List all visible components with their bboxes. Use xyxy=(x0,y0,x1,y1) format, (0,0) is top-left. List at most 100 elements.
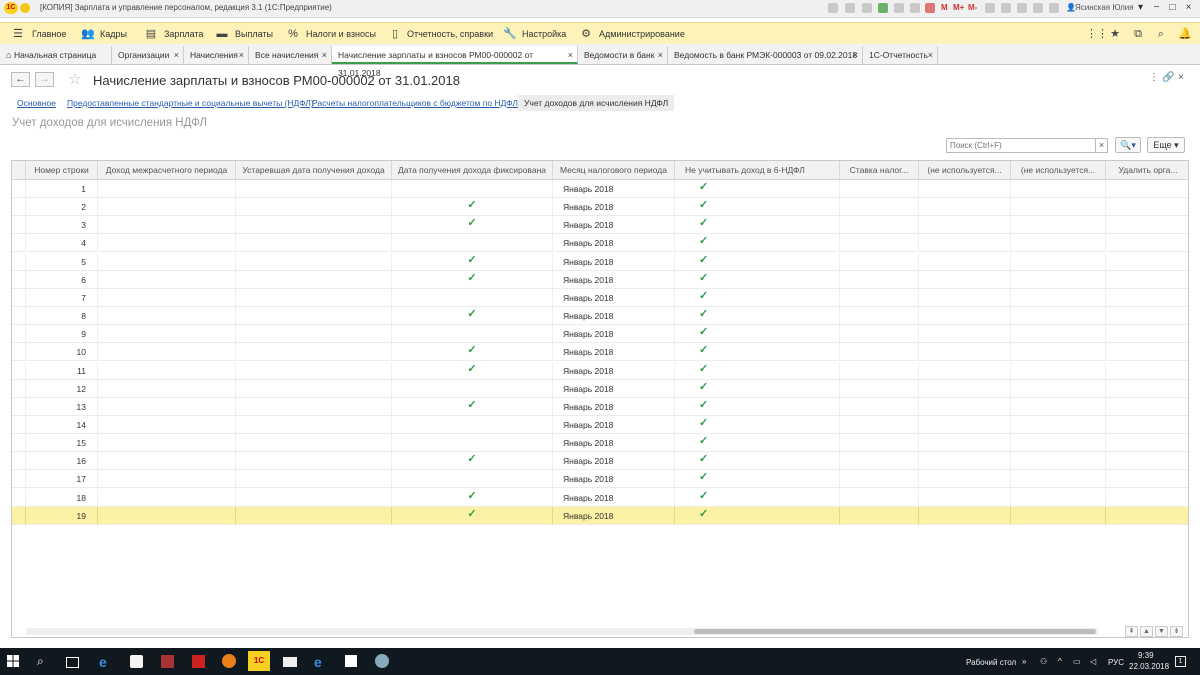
table-row[interactable]: 4 Январь 2018 ✓ xyxy=(12,234,1188,253)
tax-month-cell[interactable]: Январь 2018 xyxy=(553,252,675,271)
exclude-6ndfl-checkbox-cell[interactable]: ✓ xyxy=(675,252,840,271)
tax-month-cell[interactable]: Январь 2018 xyxy=(553,415,675,434)
tax-month-cell[interactable]: Январь 2018 xyxy=(553,216,675,235)
exclude-6ndfl-checkbox-cell[interactable]: ✓ xyxy=(675,506,840,525)
app-menu-dropdown-icon[interactable] xyxy=(20,3,30,13)
tax-month-cell[interactable]: Январь 2018 xyxy=(553,379,675,398)
acrobat-icon[interactable] xyxy=(192,655,205,668)
section-link-deductions[interactable]: Предоставленные стандартные и социальные… xyxy=(67,98,314,108)
date-fixed-checkbox-cell[interactable]: ✓ xyxy=(392,270,553,289)
column-header-outdated-date[interactable]: Устаревшая дата получения дохода xyxy=(236,161,392,179)
tab-bank-statements[interactable]: Ведомости в банк × xyxy=(578,46,668,64)
horizontal-scroll-thumb[interactable] xyxy=(694,629,1096,634)
close-tab-icon[interactable]: × xyxy=(658,46,663,64)
search-input[interactable] xyxy=(946,138,1096,153)
table-row[interactable]: 6 ✓ Январь 2018 ✓ xyxy=(12,270,1188,289)
more-actions-button[interactable]: Еще ▾ xyxy=(1147,137,1185,153)
date-fixed-checkbox-cell[interactable]: ✓ xyxy=(392,452,553,471)
exclude-6ndfl-checkbox-cell[interactable]: ✓ xyxy=(675,452,840,471)
line-number-cell[interactable]: 19 xyxy=(26,506,98,525)
exclude-6ndfl-checkbox-cell[interactable]: ✓ xyxy=(675,270,840,289)
line-number-cell[interactable]: 15 xyxy=(26,434,98,453)
print-icon[interactable] xyxy=(845,3,855,13)
exclude-6ndfl-checkbox-cell[interactable]: ✓ xyxy=(675,361,840,380)
tile-icon[interactable] xyxy=(1017,3,1027,13)
close-tab-icon[interactable]: × xyxy=(568,46,573,64)
tax-month-cell[interactable]: Январь 2018 xyxy=(553,470,675,489)
line-number-cell[interactable]: 2 xyxy=(26,198,98,217)
section-link-settlements[interactable]: Расчеты налогоплательщиков с бюджетом по… xyxy=(312,98,518,108)
store-icon[interactable] xyxy=(130,655,143,668)
menu-item-taxes[interactable]: Налоги и взносы xyxy=(306,23,376,45)
table-row[interactable]: 3 ✓ Январь 2018 ✓ xyxy=(12,216,1188,235)
date-fixed-checkbox-cell[interactable] xyxy=(392,379,553,398)
date-fixed-checkbox-cell[interactable]: ✓ xyxy=(392,343,553,362)
line-number-cell[interactable]: 13 xyxy=(26,397,98,416)
desktop-arrows-icon[interactable]: » xyxy=(1022,657,1026,666)
table-row[interactable]: 7 Январь 2018 ✓ xyxy=(12,288,1188,307)
scroll-top-icon[interactable]: ⇞ xyxy=(1125,626,1138,637)
column-header-line-number[interactable]: Номер строки xyxy=(26,161,98,179)
notification-center-icon[interactable]: 1 xyxy=(1175,656,1186,667)
table-row[interactable]: 8 ✓ Январь 2018 ✓ xyxy=(12,307,1188,326)
line-number-cell[interactable]: 14 xyxy=(26,415,98,434)
table-row[interactable]: 17 Январь 2018 ✓ xyxy=(12,470,1188,489)
tab-organizations[interactable]: Организации × xyxy=(112,46,184,64)
history-icon[interactable]: ⧉ xyxy=(1132,28,1144,40)
tax-month-cell[interactable]: Январь 2018 xyxy=(553,325,675,344)
form-link-icon[interactable]: 🔗 xyxy=(1162,72,1174,83)
favorite-star-icon[interactable]: ☆ xyxy=(68,70,81,88)
tax-month-cell[interactable]: Январь 2018 xyxy=(553,307,675,326)
table-row[interactable]: 2 ✓ Январь 2018 ✓ xyxy=(12,198,1188,217)
grid-apps-icon[interactable]: ⋮⋮ xyxy=(1086,28,1108,40)
tab-accruals[interactable]: Начисления × xyxy=(184,46,249,64)
bell-icon[interactable] xyxy=(1033,3,1043,13)
column-header-exclude-6ndfl[interactable]: Не учитывать доход в 6-НДФЛ xyxy=(675,161,840,179)
exclude-6ndfl-checkbox-cell[interactable]: ✓ xyxy=(675,397,840,416)
tax-month-cell[interactable]: Январь 2018 xyxy=(553,361,675,380)
settings-dropdown-icon[interactable]: ▾ xyxy=(1134,2,1147,14)
tax-month-cell[interactable]: Январь 2018 xyxy=(553,397,675,416)
table-row[interactable]: 12 Январь 2018 ✓ xyxy=(12,379,1188,398)
tax-month-cell[interactable]: Январь 2018 xyxy=(553,234,675,253)
exclude-6ndfl-checkbox-cell[interactable]: ✓ xyxy=(675,288,840,307)
date-fixed-checkbox-cell[interactable] xyxy=(392,325,553,344)
column-header-date-fixed[interactable]: Дата получения дохода фиксирована xyxy=(392,161,553,179)
table-row[interactable]: 5 ✓ Январь 2018 ✓ xyxy=(12,252,1188,271)
desktop-label[interactable]: Рабочий стол xyxy=(966,658,1016,667)
date-fixed-checkbox-cell[interactable] xyxy=(392,180,553,198)
close-tab-icon[interactable]: × xyxy=(174,46,179,64)
app-icon[interactable] xyxy=(375,654,389,668)
search-options-button[interactable]: 🔍▾ xyxy=(1115,137,1141,153)
zoom-icon[interactable] xyxy=(985,3,995,13)
date-fixed-checkbox-cell[interactable]: ✓ xyxy=(392,307,553,326)
line-number-cell[interactable]: 3 xyxy=(26,216,98,235)
tab-home[interactable]: ⌂ Начальная страница xyxy=(0,46,112,64)
app-icon[interactable] xyxy=(161,655,174,668)
favorites-star-icon[interactable]: ★ xyxy=(1109,28,1121,40)
memory-minus-button[interactable]: M- xyxy=(968,3,977,12)
app-icon[interactable] xyxy=(345,655,357,667)
memory-plus-button[interactable]: M+ xyxy=(953,3,964,12)
close-tab-icon[interactable]: × xyxy=(928,46,933,64)
tax-month-cell[interactable]: Январь 2018 xyxy=(553,270,675,289)
maximize-button[interactable]: □ xyxy=(1166,2,1179,14)
table-row[interactable]: 19 ✓ Январь 2018 ✓ xyxy=(12,506,1188,525)
line-number-cell[interactable]: 11 xyxy=(26,361,98,380)
tax-month-cell[interactable]: Январь 2018 xyxy=(553,434,675,453)
app-logo-icon[interactable]: 1С xyxy=(4,2,18,14)
close-tab-icon[interactable]: × xyxy=(239,46,244,64)
search-icon[interactable]: ⌕ xyxy=(1155,28,1167,40)
table-row[interactable]: 16 ✓ Январь 2018 ✓ xyxy=(12,452,1188,471)
tax-month-cell[interactable]: Январь 2018 xyxy=(553,288,675,307)
menu-item-payments[interactable]: Выплаты xyxy=(235,23,273,45)
line-number-cell[interactable]: 5 xyxy=(26,252,98,271)
search-clear-icon[interactable]: × xyxy=(1096,138,1108,153)
table-row[interactable]: 9 Январь 2018 ✓ xyxy=(12,325,1188,344)
notifications-bell-icon[interactable]: 🔔 xyxy=(1178,28,1192,40)
scroll-bottom-icon[interactable]: ⇟ xyxy=(1170,626,1183,637)
chevron-up-icon[interactable]: ^ xyxy=(1058,657,1062,666)
line-number-cell[interactable]: 18 xyxy=(26,488,98,507)
column-header-unused-2[interactable]: (не используется... xyxy=(1011,161,1106,179)
menu-item-salary[interactable]: Зарплата xyxy=(164,23,203,45)
